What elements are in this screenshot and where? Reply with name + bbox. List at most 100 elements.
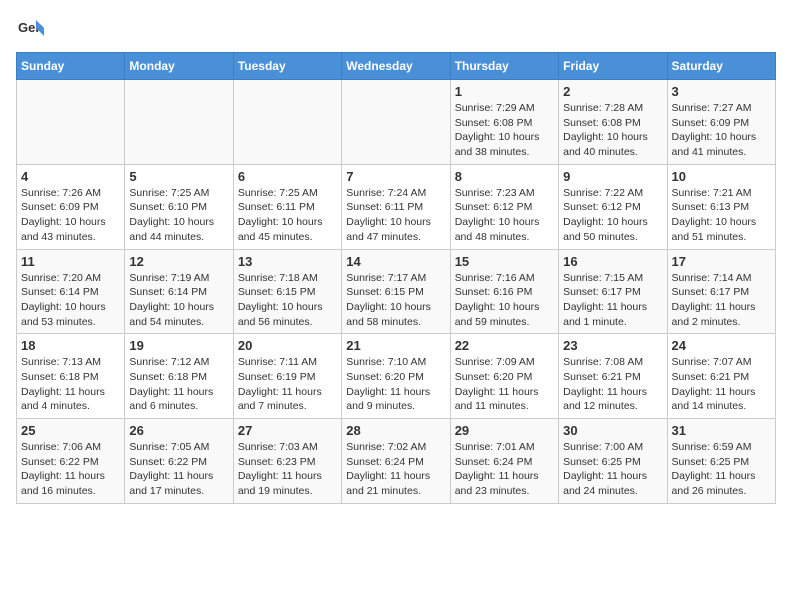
calendar-cell: 30 Sunrise: 7:00 AM Sunset: 6:25 PM Dayli… bbox=[559, 419, 667, 504]
logo: Gen bbox=[16, 16, 48, 44]
cell-day-number: 31 bbox=[672, 423, 771, 438]
cell-info-text: Sunrise: 7:25 AM Sunset: 6:11 PM Dayligh… bbox=[238, 186, 337, 245]
cell-info-text: Sunrise: 7:18 AM Sunset: 6:15 PM Dayligh… bbox=[238, 271, 337, 330]
cell-day-number: 10 bbox=[672, 169, 771, 184]
cell-info-text: Sunrise: 7:16 AM Sunset: 6:16 PM Dayligh… bbox=[455, 271, 554, 330]
cell-info-text: Sunrise: 7:00 AM Sunset: 6:25 PM Dayligh… bbox=[563, 440, 662, 499]
header: Gen bbox=[16, 16, 776, 44]
cell-info-text: Sunrise: 7:20 AM Sunset: 6:14 PM Dayligh… bbox=[21, 271, 120, 330]
calendar-cell: 12 Sunrise: 7:19 AM Sunset: 6:14 PM Dayli… bbox=[125, 249, 233, 334]
cell-day-number: 20 bbox=[238, 338, 337, 353]
cell-day-number: 21 bbox=[346, 338, 445, 353]
calendar-cell: 14 Sunrise: 7:17 AM Sunset: 6:15 PM Dayli… bbox=[342, 249, 450, 334]
cell-day-number: 12 bbox=[129, 254, 228, 269]
cell-info-text: Sunrise: 7:06 AM Sunset: 6:22 PM Dayligh… bbox=[21, 440, 120, 499]
cell-info-text: Sunrise: 7:07 AM Sunset: 6:21 PM Dayligh… bbox=[672, 355, 771, 414]
calendar-cell: 1 Sunrise: 7:29 AM Sunset: 6:08 PM Daylig… bbox=[450, 80, 558, 165]
calendar-cell: 28Sunrise: 7:02 AM Sunset: 6:24 PM Dayli… bbox=[342, 419, 450, 504]
day-header-saturday: Saturday bbox=[667, 53, 775, 80]
cell-day-number: 24 bbox=[672, 338, 771, 353]
day-header-monday: Monday bbox=[125, 53, 233, 80]
calendar-cell: 7 Sunrise: 7:24 AM Sunset: 6:11 PM Daylig… bbox=[342, 164, 450, 249]
cell-info-text: Sunrise: 7:27 AM Sunset: 6:09 PM Dayligh… bbox=[672, 101, 771, 160]
day-header-friday: Friday bbox=[559, 53, 667, 80]
calendar-cell: 26Sunrise: 7:05 AM Sunset: 6:22 PM Dayli… bbox=[125, 419, 233, 504]
cell-day-number: 8 bbox=[455, 169, 554, 184]
cell-day-number: 27 bbox=[238, 423, 337, 438]
calendar-cell: 5 Sunrise: 7:25 AM Sunset: 6:10 PM Daylig… bbox=[125, 164, 233, 249]
calendar-cell: 27 Sunrise: 7:03 AM Sunset: 6:23 PM Dayli… bbox=[233, 419, 341, 504]
cell-day-number: 1 bbox=[455, 84, 554, 99]
calendar-cell: 9 Sunrise: 7:22 AM Sunset: 6:12 PM Daylig… bbox=[559, 164, 667, 249]
calendar-cell bbox=[233, 80, 341, 165]
calendar-cell: 2 Sunrise: 7:28 AM Sunset: 6:08 PM Daylig… bbox=[559, 80, 667, 165]
cell-info-text: Sunrise: 6:59 AM Sunset: 6:25 PM Dayligh… bbox=[672, 440, 771, 499]
cell-day-number: 23 bbox=[563, 338, 662, 353]
calendar-cell: 21Sunrise: 7:10 AM Sunset: 6:20 PM Dayli… bbox=[342, 334, 450, 419]
cell-day-number: 9 bbox=[563, 169, 662, 184]
calendar-cell bbox=[17, 80, 125, 165]
header-row: SundayMondayTuesdayWednesdayThursdayFrid… bbox=[17, 53, 776, 80]
calendar-cell: 3 Sunrise: 7:27 AM Sunset: 6:09 PM Daylig… bbox=[667, 80, 775, 165]
cell-day-number: 13 bbox=[238, 254, 337, 269]
calendar-table: SundayMondayTuesdayWednesdayThursdayFrid… bbox=[16, 52, 776, 504]
cell-day-number: 2 bbox=[563, 84, 662, 99]
calendar-cell: 13 Sunrise: 7:18 AM Sunset: 6:15 PM Dayli… bbox=[233, 249, 341, 334]
cell-day-number: 22 bbox=[455, 338, 554, 353]
cell-info-text: Sunrise: 7:13 AM Sunset: 6:18 PM Dayligh… bbox=[21, 355, 120, 414]
calendar-cell: 22 Sunrise: 7:09 AM Sunset: 6:20 PM Dayli… bbox=[450, 334, 558, 419]
cell-info-text: Sunrise: 7:08 AM Sunset: 6:21 PM Dayligh… bbox=[563, 355, 662, 414]
cell-info-text: Sunrise: 7:15 AM Sunset: 6:17 PM Dayligh… bbox=[563, 271, 662, 330]
calendar-cell: 20 Sunrise: 7:11 AM Sunset: 6:19 PM Dayli… bbox=[233, 334, 341, 419]
calendar-cell: 19Sunrise: 7:12 AM Sunset: 6:18 PM Dayli… bbox=[125, 334, 233, 419]
day-header-sunday: Sunday bbox=[17, 53, 125, 80]
cell-info-text: Sunrise: 7:21 AM Sunset: 6:13 PM Dayligh… bbox=[672, 186, 771, 245]
cell-info-text: Sunrise: 7:14 AM Sunset: 6:17 PM Dayligh… bbox=[672, 271, 771, 330]
cell-info-text: Sunrise: 7:28 AM Sunset: 6:08 PM Dayligh… bbox=[563, 101, 662, 160]
calendar-cell: 6 Sunrise: 7:25 AM Sunset: 6:11 PM Daylig… bbox=[233, 164, 341, 249]
cell-info-text: Sunrise: 7:25 AM Sunset: 6:10 PM Dayligh… bbox=[129, 186, 228, 245]
day-header-thursday: Thursday bbox=[450, 53, 558, 80]
cell-info-text: Sunrise: 7:09 AM Sunset: 6:20 PM Dayligh… bbox=[455, 355, 554, 414]
cell-day-number: 18 bbox=[21, 338, 120, 353]
cell-info-text: Sunrise: 7:02 AM Sunset: 6:24 PM Dayligh… bbox=[346, 440, 445, 499]
calendar-cell bbox=[125, 80, 233, 165]
calendar-cell bbox=[342, 80, 450, 165]
cell-day-number: 3 bbox=[672, 84, 771, 99]
day-header-tuesday: Tuesday bbox=[233, 53, 341, 80]
calendar-cell: 15 Sunrise: 7:16 AM Sunset: 6:16 PM Dayli… bbox=[450, 249, 558, 334]
cell-day-number: 29 bbox=[455, 423, 554, 438]
cell-info-text: Sunrise: 7:01 AM Sunset: 6:24 PM Dayligh… bbox=[455, 440, 554, 499]
calendar-cell: 24 Sunrise: 7:07 AM Sunset: 6:21 PM Dayli… bbox=[667, 334, 775, 419]
cell-info-text: Sunrise: 7:17 AM Sunset: 6:15 PM Dayligh… bbox=[346, 271, 445, 330]
cell-day-number: 15 bbox=[455, 254, 554, 269]
calendar-cell: 17 Sunrise: 7:14 AM Sunset: 6:17 PM Dayli… bbox=[667, 249, 775, 334]
cell-info-text: Sunrise: 7:03 AM Sunset: 6:23 PM Dayligh… bbox=[238, 440, 337, 499]
cell-info-text: Sunrise: 7:05 AM Sunset: 6:22 PM Dayligh… bbox=[129, 440, 228, 499]
cell-day-number: 7 bbox=[346, 169, 445, 184]
cell-day-number: 14 bbox=[346, 254, 445, 269]
cell-day-number: 17 bbox=[672, 254, 771, 269]
week-row-4: 18 Sunrise: 7:13 AM Sunset: 6:18 PM Dayli… bbox=[17, 334, 776, 419]
calendar-cell: 23 Sunrise: 7:08 AM Sunset: 6:21 PM Dayli… bbox=[559, 334, 667, 419]
cell-info-text: Sunrise: 7:22 AM Sunset: 6:12 PM Dayligh… bbox=[563, 186, 662, 245]
calendar-cell: 18 Sunrise: 7:13 AM Sunset: 6:18 PM Dayli… bbox=[17, 334, 125, 419]
cell-info-text: Sunrise: 7:24 AM Sunset: 6:11 PM Dayligh… bbox=[346, 186, 445, 245]
calendar-cell: 10 Sunrise: 7:21 AM Sunset: 6:13 PM Dayli… bbox=[667, 164, 775, 249]
cell-day-number: 5 bbox=[129, 169, 228, 184]
cell-info-text: Sunrise: 7:19 AM Sunset: 6:14 PM Dayligh… bbox=[129, 271, 228, 330]
calendar-cell: 8 Sunrise: 7:23 AM Sunset: 6:12 PM Daylig… bbox=[450, 164, 558, 249]
cell-day-number: 6 bbox=[238, 169, 337, 184]
cell-day-number: 16 bbox=[563, 254, 662, 269]
cell-day-number: 4 bbox=[21, 169, 120, 184]
logo-icon: Gen bbox=[16, 16, 44, 44]
cell-day-number: 11 bbox=[21, 254, 120, 269]
cell-info-text: Sunrise: 7:11 AM Sunset: 6:19 PM Dayligh… bbox=[238, 355, 337, 414]
cell-day-number: 30 bbox=[563, 423, 662, 438]
cell-day-number: 25 bbox=[21, 423, 120, 438]
week-row-2: 4 Sunrise: 7:26 AM Sunset: 6:09 PM Daylig… bbox=[17, 164, 776, 249]
calendar-cell: 29 Sunrise: 7:01 AM Sunset: 6:24 PM Dayli… bbox=[450, 419, 558, 504]
cell-info-text: Sunrise: 7:26 AM Sunset: 6:09 PM Dayligh… bbox=[21, 186, 120, 245]
cell-info-text: Sunrise: 7:29 AM Sunset: 6:08 PM Dayligh… bbox=[455, 101, 554, 160]
cell-info-text: Sunrise: 7:23 AM Sunset: 6:12 PM Dayligh… bbox=[455, 186, 554, 245]
